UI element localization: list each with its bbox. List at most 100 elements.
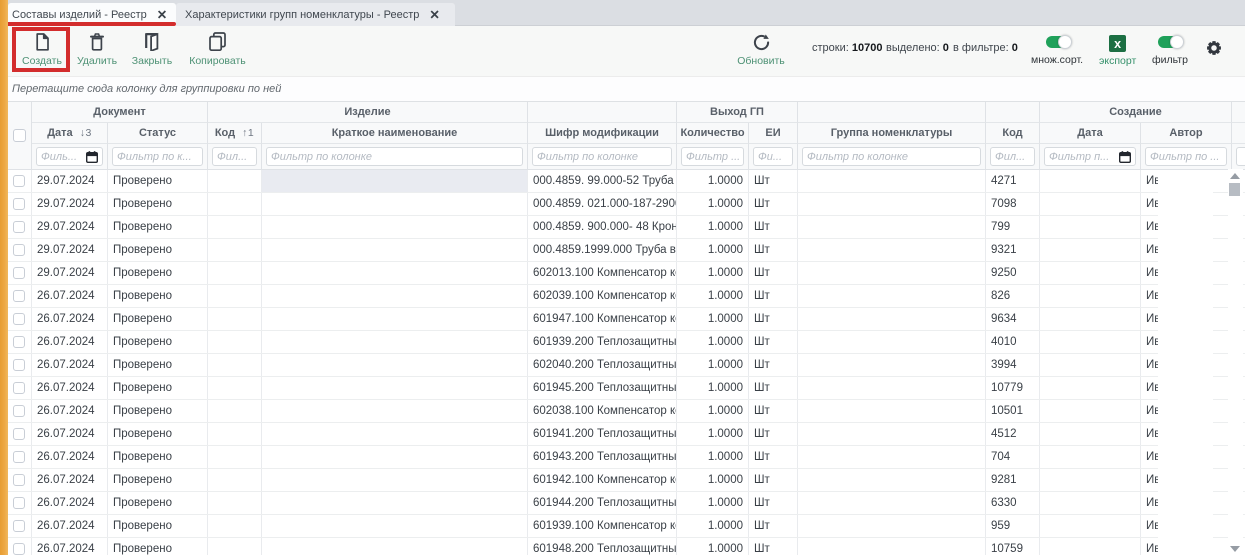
- cell-name[interactable]: [262, 170, 528, 192]
- cell-date[interactable]: 29.07.2024: [32, 193, 108, 215]
- calendar-icon[interactable]: [86, 151, 98, 166]
- cell-group[interactable]: [798, 492, 986, 514]
- cell-status[interactable]: Проверено: [108, 446, 208, 468]
- cell-shifr[interactable]: 601939.200 Теплозащитный: [528, 331, 677, 353]
- cell-qty[interactable]: 1.0000: [677, 193, 749, 215]
- filter-input-status[interactable]: Фильтр по к...: [112, 147, 203, 166]
- cell-name[interactable]: [262, 377, 528, 399]
- cell-ei[interactable]: Шт: [749, 492, 798, 514]
- cell-name[interactable]: [262, 216, 528, 238]
- cell-date[interactable]: 26.07.2024: [32, 400, 108, 422]
- filter-toggle[interactable]: [1158, 36, 1181, 48]
- cell-ei[interactable]: Шт: [749, 216, 798, 238]
- cell-ei[interactable]: Шт: [749, 239, 798, 261]
- cell-group[interactable]: [798, 285, 986, 307]
- tab-close-icon[interactable]: ✕: [429, 7, 439, 22]
- row-checkbox[interactable]: [13, 382, 25, 394]
- cell-group[interactable]: [798, 193, 986, 215]
- cell-group[interactable]: [798, 515, 986, 537]
- cell-status[interactable]: Проверено: [108, 262, 208, 284]
- table-row[interactable]: 26.07.2024Проверено601944.200 Теплозащит…: [8, 492, 1245, 515]
- cell-cdate[interactable]: [1040, 285, 1141, 307]
- cell-code1[interactable]: [208, 492, 262, 514]
- cell-status[interactable]: Проверено: [108, 377, 208, 399]
- cell-cdate[interactable]: [1040, 170, 1141, 192]
- cell-cdate[interactable]: [1040, 469, 1141, 491]
- cell-code2[interactable]: 959: [986, 515, 1040, 537]
- cell-name[interactable]: [262, 239, 528, 261]
- column-header-cdate[interactable]: Дата: [1040, 123, 1141, 144]
- excel-icon[interactable]: x: [1109, 35, 1126, 52]
- cell-ei[interactable]: Шт: [749, 423, 798, 445]
- cell-date[interactable]: 29.07.2024: [32, 170, 108, 192]
- cell-name[interactable]: [262, 423, 528, 445]
- row-checkbox[interactable]: [13, 543, 25, 555]
- cell-code2[interactable]: 4010: [986, 331, 1040, 353]
- cell-status[interactable]: Проверено: [108, 515, 208, 537]
- cell-name[interactable]: [262, 538, 528, 555]
- cell-qty[interactable]: 1.0000: [677, 469, 749, 491]
- cell-shifr[interactable]: 601947.100 Компенсатор ко: [528, 308, 677, 330]
- cell-ei[interactable]: Шт: [749, 170, 798, 192]
- cell-qty[interactable]: 1.0000: [677, 216, 749, 238]
- delete-button[interactable]: Удалить: [73, 32, 121, 67]
- filter-input-group[interactable]: Фильтр по колонке: [802, 147, 981, 166]
- cell-cdate[interactable]: [1040, 193, 1141, 215]
- cell-code1[interactable]: [208, 354, 262, 376]
- filter-input-date[interactable]: Филь...: [36, 147, 103, 166]
- cell-group[interactable]: [798, 538, 986, 555]
- row-checkbox[interactable]: [13, 267, 25, 279]
- cell-shifr[interactable]: 601944.200 Теплозащитный: [528, 492, 677, 514]
- cell-date[interactable]: 26.07.2024: [32, 377, 108, 399]
- cell-cdate[interactable]: [1040, 239, 1141, 261]
- row-checkbox[interactable]: [13, 474, 25, 486]
- cell-status[interactable]: Проверено: [108, 331, 208, 353]
- cell-code2[interactable]: 10779: [986, 377, 1040, 399]
- select-all-checkbox[interactable]: [13, 129, 26, 142]
- cell-code2[interactable]: 704: [986, 446, 1040, 468]
- tab-harakteristiki-grupp[interactable]: Характеристики групп номенклатуры - Реес…: [176, 3, 455, 26]
- filter-input-ei[interactable]: Фи...: [753, 147, 793, 166]
- cell-status[interactable]: Проверено: [108, 285, 208, 307]
- cell-cdate[interactable]: [1040, 377, 1141, 399]
- cell-code2[interactable]: 9634: [986, 308, 1040, 330]
- cell-ei[interactable]: Шт: [749, 354, 798, 376]
- cell-ei[interactable]: Шт: [749, 308, 798, 330]
- cell-ei[interactable]: Шт: [749, 377, 798, 399]
- cell-shifr[interactable]: 000.4859.1999.000 Труба в с: [528, 239, 677, 261]
- cell-date[interactable]: 29.07.2024: [32, 262, 108, 284]
- cell-status[interactable]: Проверено: [108, 469, 208, 491]
- cell-qty[interactable]: 1.0000: [677, 239, 749, 261]
- cell-ei[interactable]: Шт: [749, 193, 798, 215]
- row-checkbox[interactable]: [13, 336, 25, 348]
- cell-status[interactable]: Проверено: [108, 492, 208, 514]
- row-checkbox[interactable]: [13, 175, 25, 187]
- cell-status[interactable]: Проверено: [108, 538, 208, 555]
- row-checkbox[interactable]: [13, 520, 25, 532]
- row-checkbox[interactable]: [13, 405, 25, 417]
- cell-cdate[interactable]: [1040, 400, 1141, 422]
- cell-qty[interactable]: 1.0000: [677, 423, 749, 445]
- cell-date[interactable]: 26.07.2024: [32, 423, 108, 445]
- cell-ei[interactable]: Шт: [749, 262, 798, 284]
- cell-code1[interactable]: [208, 538, 262, 555]
- cell-qty[interactable]: 1.0000: [677, 538, 749, 555]
- row-checkbox[interactable]: [13, 244, 25, 256]
- cell-status[interactable]: Проверено: [108, 193, 208, 215]
- scroll-up-arrow[interactable]: [1230, 173, 1240, 179]
- cell-cdate[interactable]: [1040, 423, 1141, 445]
- tab-close-icon[interactable]: ✕: [157, 7, 167, 22]
- cell-name[interactable]: [262, 446, 528, 468]
- cell-ei[interactable]: Шт: [749, 469, 798, 491]
- cell-date[interactable]: 26.07.2024: [32, 538, 108, 555]
- cell-code2[interactable]: 4512: [986, 423, 1040, 445]
- filter-input-name[interactable]: Фильтр по колонке: [266, 147, 523, 166]
- cell-shifr[interactable]: 602039.100 Компенсатор ко: [528, 285, 677, 307]
- row-checkbox[interactable]: [13, 497, 25, 509]
- cell-date[interactable]: 26.07.2024: [32, 469, 108, 491]
- table-row[interactable]: 26.07.2024Проверено601943.200 Теплозащит…: [8, 446, 1245, 469]
- cell-status[interactable]: Проверено: [108, 239, 208, 261]
- cell-status[interactable]: Проверено: [108, 216, 208, 238]
- cell-status[interactable]: Проверено: [108, 170, 208, 192]
- cell-shifr[interactable]: 601942.100 Компенсатор ко: [528, 469, 677, 491]
